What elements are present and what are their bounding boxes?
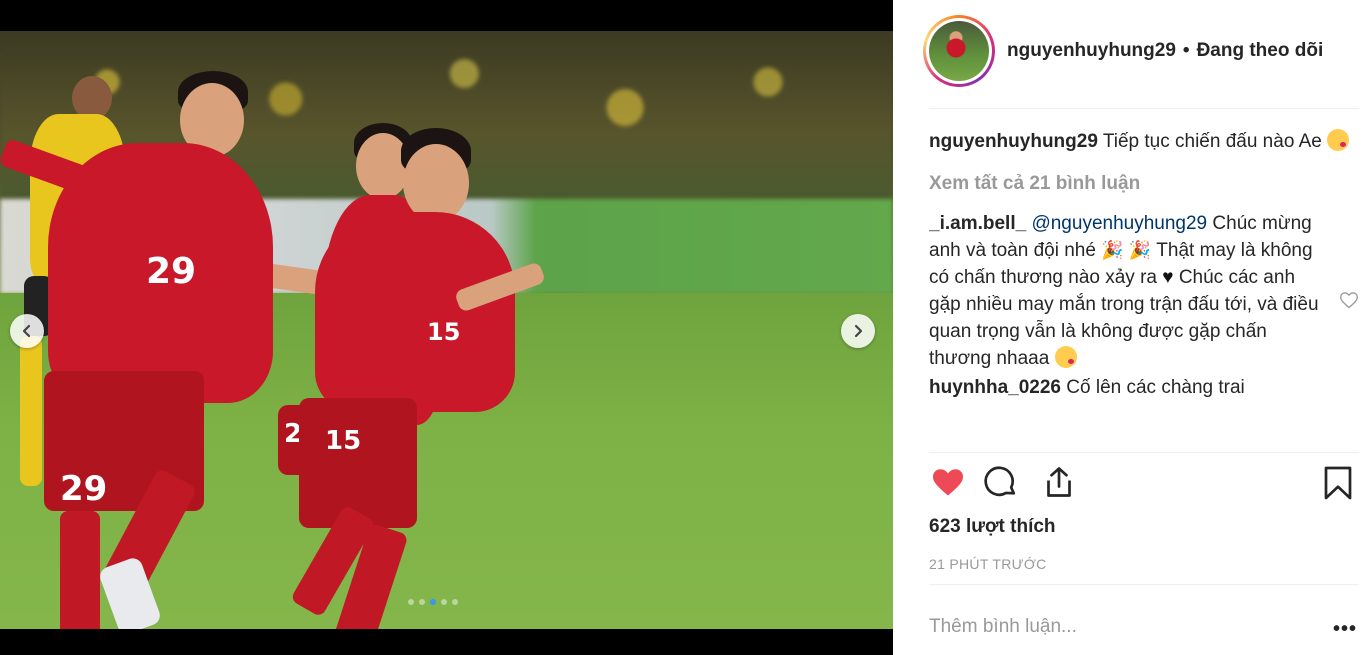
comment-item: huynhha_0226 Cố lên các chàng trai (929, 374, 1359, 401)
post-media: 29 29 2 15 15 (0, 0, 893, 655)
comment-username[interactable]: huynhha_0226 (929, 377, 1061, 398)
comment-mention-link[interactable]: @nguyenhuyhung29 (1031, 213, 1207, 234)
comment-username[interactable]: _i.am.bell_ (929, 213, 1026, 234)
comment-icon[interactable] (983, 464, 1019, 500)
comment-text: Cố lên các chàng trai (1066, 377, 1245, 398)
party-popper-icon: 🎉 (1101, 240, 1124, 260)
actions-divider (929, 452, 1359, 453)
jersey-number-15: 15 (427, 318, 461, 346)
comment-input-divider (929, 584, 1359, 585)
header-separator: • (1182, 40, 1190, 61)
caption-username[interactable]: nguyenhuyhung29 (929, 131, 1098, 152)
chevron-left-icon (22, 324, 31, 338)
carousel-dot (408, 599, 414, 605)
carousel-indicator (408, 599, 458, 605)
follow-status-button[interactable]: Đang theo dõi (1197, 40, 1324, 62)
post-header: nguyenhuyhung29 • Đang theo dõi (923, 14, 1323, 88)
like-comment-heart-icon[interactable] (1339, 290, 1359, 310)
shorts-number: 29 (60, 469, 108, 509)
kiss-emoji-icon (1054, 346, 1077, 368)
add-comment-input[interactable] (929, 616, 1229, 638)
party-popper-icon: 🎉 (1128, 240, 1152, 260)
avatar[interactable] (923, 15, 995, 87)
black-heart-icon: ♥ (1162, 267, 1174, 288)
kiss-emoji-icon (1327, 129, 1350, 151)
avatar-image (929, 21, 989, 81)
comment-item: _i.am.bell_ @nguyenhuyhung29 Chúc mừng a… (929, 210, 1359, 372)
post-timestamp[interactable]: 21 PHÚT TRƯỚC (929, 556, 1047, 572)
previous-photo-button[interactable] (10, 314, 44, 348)
jersey-number: 29 (146, 251, 197, 292)
caption: nguyenhuyhung29 Tiếp tục chiến đấu nào A… (929, 128, 1359, 155)
shorts-number-15: 15 (325, 426, 362, 456)
carousel-dot (419, 599, 425, 605)
carousel-dot (441, 599, 447, 605)
likes-count[interactable]: 623 lượt thích (929, 516, 1056, 538)
like-heart-icon[interactable] (929, 464, 967, 500)
header-username[interactable]: nguyenhuyhung29 (1007, 40, 1176, 62)
carousel-dot-active (430, 599, 436, 605)
comments-section: nguyenhuyhung29 Tiếp tục chiến đấu nào A… (929, 128, 1359, 452)
action-bar (929, 464, 1353, 508)
chevron-right-icon (854, 324, 863, 338)
carousel-dot (452, 599, 458, 605)
post-sidebar: nguyenhuyhung29 • Đang theo dõi nguyenhu… (893, 0, 1371, 655)
more-options-button[interactable]: ••• (1333, 618, 1357, 641)
post-photo[interactable]: 29 29 2 15 15 (0, 31, 893, 629)
player-15: 15 15 (255, 126, 547, 629)
view-all-comments-link[interactable]: Xem tất cả 21 bình luận (929, 173, 1359, 195)
share-icon[interactable] (1041, 464, 1077, 500)
caption-text: Tiếp tục chiến đấu nào Ae (1102, 131, 1322, 152)
bookmark-icon[interactable] (1323, 464, 1353, 502)
header-divider (929, 108, 1359, 109)
next-photo-button[interactable] (841, 314, 875, 348)
